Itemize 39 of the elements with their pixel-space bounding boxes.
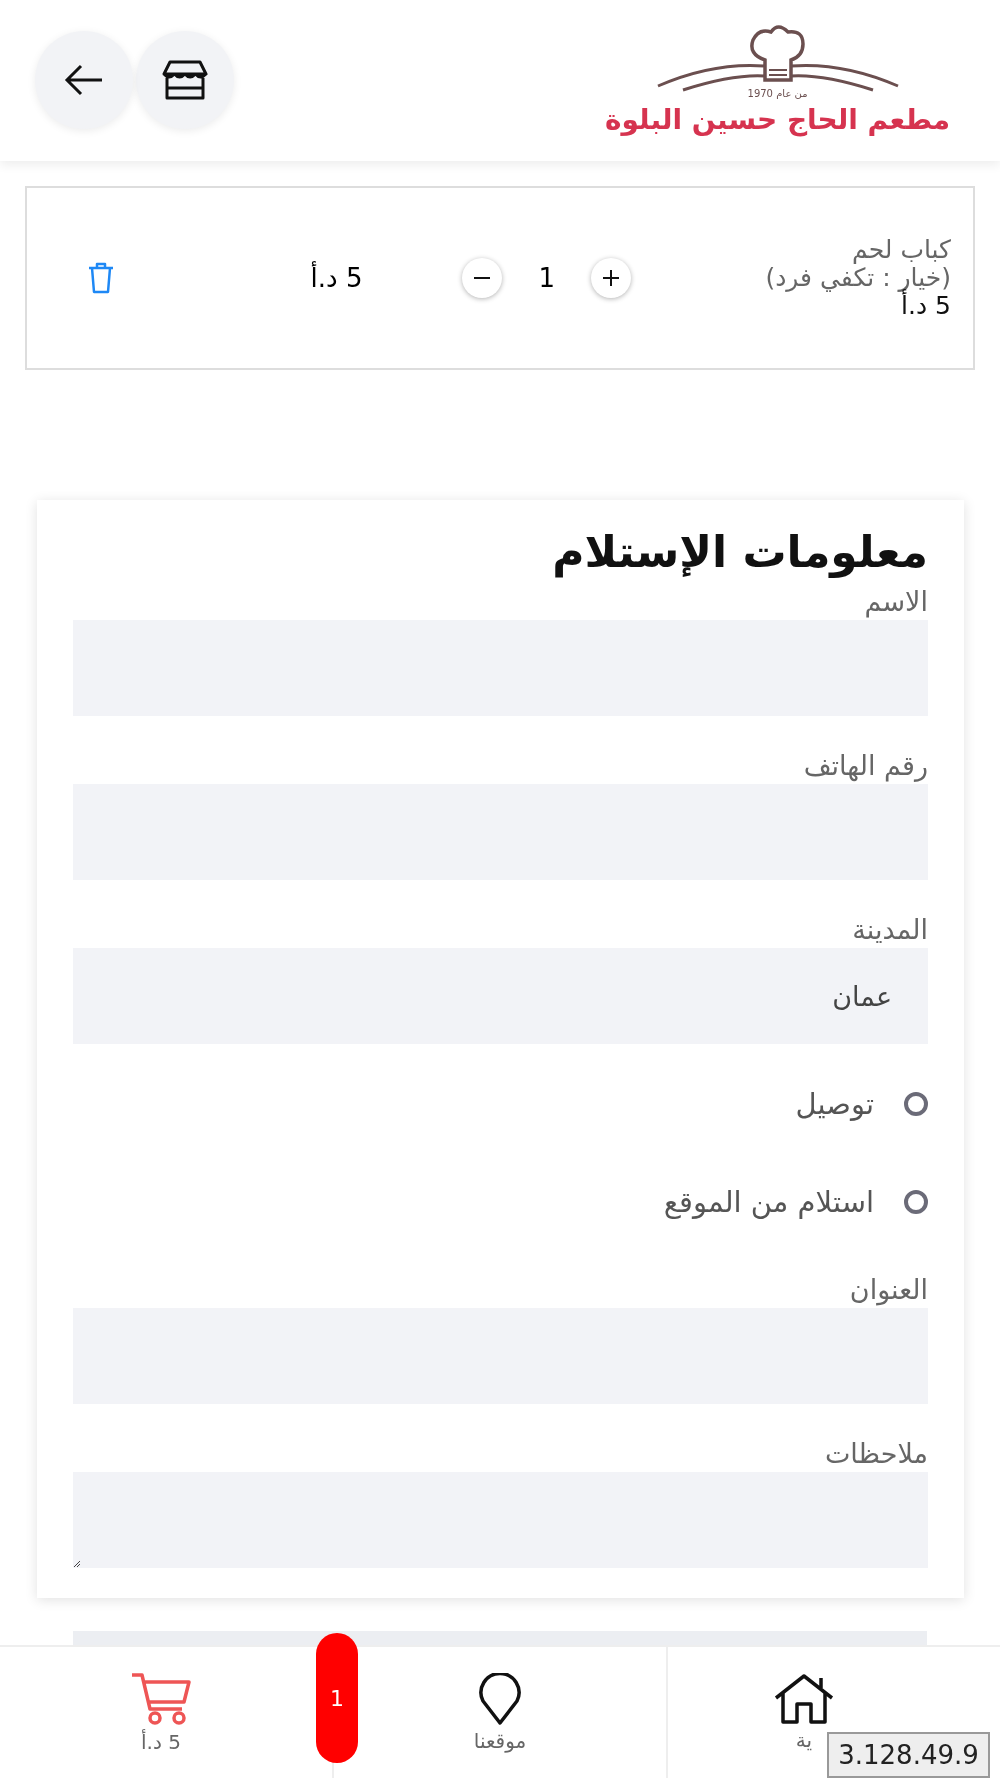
nav-label: موقعنا: [473, 1728, 527, 1753]
form-title: معلومات الإستلام: [551, 525, 928, 580]
item-total: 5 د.أ: [310, 262, 363, 293]
plus-icon: [602, 268, 620, 287]
select-value: عمان: [832, 980, 892, 1012]
cart-icon: [130, 1671, 192, 1726]
increase-button[interactable]: [591, 257, 631, 298]
item-price: 5 د.أ: [901, 291, 951, 320]
logo-tagline: من عام 1970: [747, 88, 808, 100]
city-select[interactable]: عمان: [73, 948, 928, 1045]
radio-option[interactable]: توصيل: [73, 1074, 928, 1135]
field-label: ملاحظات: [823, 1437, 928, 1472]
cart-count-badge: 1: [316, 1633, 358, 1764]
nav-item[interactable]: 5 د.أ: [130, 1671, 192, 1754]
field-label: العنوان: [848, 1273, 928, 1308]
home-icon: [774, 1673, 834, 1724]
radio-button[interactable]: [904, 1092, 928, 1117]
delete-button[interactable]: [87, 261, 115, 294]
radio-label: توصيل: [795, 1087, 874, 1122]
minus-icon: [473, 276, 492, 279]
nav-label: ية: [795, 1727, 813, 1752]
store-icon: [162, 60, 208, 101]
notes-field[interactable]: [73, 1472, 928, 1569]
field-label: المدينة: [851, 913, 928, 948]
radio-button[interactable]: [904, 1190, 928, 1215]
resize-handle-icon: [73, 1560, 81, 1569]
nav-item[interactable]: موقعنا: [473, 1672, 527, 1753]
back-arrow-icon: [64, 64, 104, 97]
quantity-value: 1: [538, 262, 555, 293]
item-name: كباب لحم: [851, 235, 951, 264]
logo-name: مطعم الحاج حسين البلوة: [605, 103, 950, 137]
radio-option[interactable]: استلام من الموقع: [73, 1172, 928, 1233]
map-pin-icon: [478, 1672, 522, 1725]
ip-address-label: 3.128.49.9: [827, 1732, 990, 1778]
nav-label: 5 د.أ: [141, 1729, 181, 1754]
trash-icon: [87, 261, 115, 294]
field-label: رقم الهاتف: [802, 749, 928, 784]
field-label: الاسم: [863, 585, 928, 620]
radio-label: استلام من الموقع: [663, 1185, 874, 1220]
